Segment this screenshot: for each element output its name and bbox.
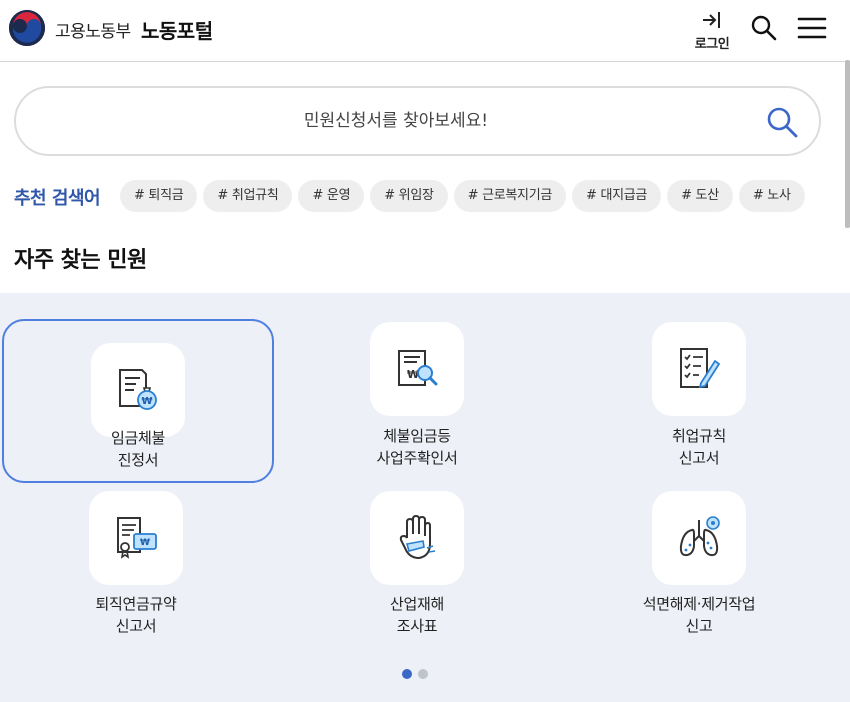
keyword-chip[interactable]: # 도산: [667, 180, 733, 212]
keyword-chip-list: # 퇴직금 # 취업규칙 # 운영 # 위임장 # 근로복지기금 # 대지급금 # 도산 # …: [120, 180, 822, 214]
government-emblem-logo[interactable]: [8, 9, 46, 47]
header: 고용노동부 노동포털 로그인: [0, 0, 850, 62]
carousel-dot-active[interactable]: [402, 669, 412, 679]
card-label: 석면해제·제거작업 신고: [642, 595, 756, 635]
wage-document-icon: ₩: [119, 369, 157, 410]
service-card-employment-rules[interactable]: 취업규칙 신고서: [563, 319, 835, 483]
service-card-asbestos-removal[interactable]: 석면해제·제거작업 신고: [563, 489, 835, 653]
document-magnifier-icon: ₩: [398, 350, 438, 386]
section-title: 자주 찾는 민원: [14, 248, 147, 273]
icon-tile: [652, 322, 746, 416]
checklist-pen-icon: [680, 348, 721, 389]
keyword-chip[interactable]: # 취업규칙: [203, 180, 293, 212]
svg-text:₩: ₩: [141, 396, 152, 407]
card-label: 임금체불 진정서: [110, 429, 165, 469]
portal-name[interactable]: 노동포털: [141, 15, 213, 44]
frequent-services-grid: ₩ 임금체불 진정서 ₩ 체불임금등 사업주확인서 취업규칙 신고서 ₩ 퇴직연…: [0, 293, 850, 702]
keyword-chip[interactable]: # 근로복지기금: [453, 180, 567, 212]
icon-tile: ₩: [91, 343, 185, 437]
card-label: 체불임금등 사업주확인서: [376, 427, 458, 467]
icon-tile: [370, 491, 464, 585]
service-card-retirement-pension[interactable]: ₩ 퇴직연금규약 신고서: [0, 489, 272, 653]
search-submit-icon[interactable]: [764, 104, 800, 140]
service-card-employer-confirmation[interactable]: ₩ 체불임금등 사업주확인서: [281, 319, 553, 483]
recommended-keywords-label: 추천 검색어: [14, 188, 101, 209]
search-input[interactable]: [46, 106, 746, 136]
service-card-industrial-accident[interactable]: 산업재해 조사표: [281, 489, 553, 653]
login-button[interactable]: 로그인: [686, 10, 738, 56]
keyword-chip[interactable]: # 대지급금: [572, 180, 662, 212]
icon-tile: [652, 491, 746, 585]
search-box: [14, 86, 821, 156]
pension-certificate-icon: ₩: [117, 517, 157, 559]
keyword-chip[interactable]: # 운영: [298, 180, 365, 212]
card-label: 취업규칙 신고서: [671, 427, 726, 467]
lungs-icon: [679, 516, 720, 557]
login-label: 로그인: [694, 37, 730, 52]
carousel-pagination: [402, 664, 434, 679]
search-icon[interactable]: [750, 14, 778, 42]
carousel-dot[interactable]: [418, 669, 428, 679]
icon-tile: ₩: [89, 491, 183, 585]
keyword-chip[interactable]: # 위임장: [370, 180, 448, 212]
service-card-wage-arrears[interactable]: ₩ 임금체불 진정서: [2, 319, 274, 483]
keyword-chip[interactable]: # 퇴직금: [120, 180, 198, 212]
svg-text:₩: ₩: [140, 538, 150, 548]
keyword-chip[interactable]: # 노사: [738, 180, 805, 212]
hamburger-menu-icon[interactable]: [796, 14, 828, 42]
card-label: 산업재해 조사표: [389, 595, 444, 635]
page-scrollbar[interactable]: [845, 60, 850, 228]
injured-hand-icon: [399, 514, 436, 560]
ministry-name[interactable]: 고용노동부: [55, 17, 131, 42]
card-label: 퇴직연금규약 신고서: [95, 595, 177, 635]
icon-tile: ₩: [370, 322, 464, 416]
login-icon: [703, 12, 720, 28]
